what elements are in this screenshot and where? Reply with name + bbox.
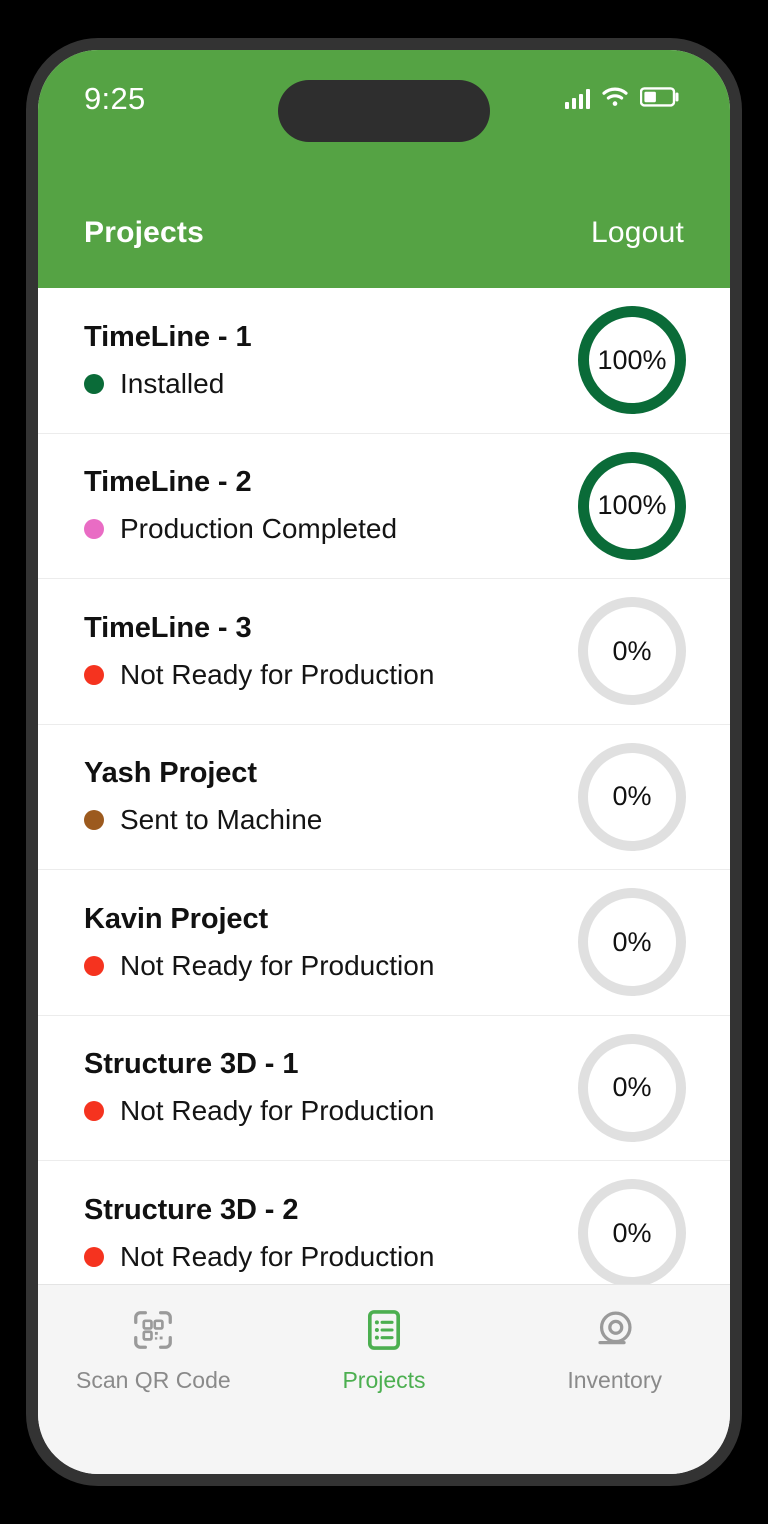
tab-label: Projects (342, 1367, 426, 1393)
project-status: Installed (84, 368, 251, 400)
progress-percent-label: 100% (597, 490, 667, 521)
status-bar-icons (565, 86, 680, 112)
progress-ring: 0% (578, 742, 686, 851)
dynamic-island (278, 80, 490, 142)
project-status: Sent to Machine (84, 804, 322, 836)
project-name: Yash Project (84, 757, 257, 790)
navigation-bar: Projects Logout (38, 192, 730, 288)
status-dot-icon (84, 519, 104, 540)
progress-percent-label: 0% (612, 1217, 652, 1248)
status-label: Installed (120, 367, 225, 399)
project-row[interactable]: Yash Project Sent to Machine 0% (38, 724, 730, 870)
status-label: Not Ready for Production (120, 1095, 435, 1127)
project-status: Not Ready for Production (84, 1095, 434, 1127)
progress-ring: 100% (578, 451, 686, 560)
status-label: Not Ready for Production (120, 949, 435, 981)
bottom-tab-bar: Scan QR Code Projects Inventory (38, 1284, 730, 1474)
progress-ring: 0% (578, 1179, 686, 1284)
tab-label: Scan QR Code (75, 1367, 231, 1393)
project-status: Not Ready for Production (84, 950, 434, 982)
status-dot-icon (84, 1101, 104, 1122)
project-name: Kavin Project (84, 902, 269, 935)
progress-ring: 0% (578, 597, 686, 706)
status-dot-icon (84, 373, 104, 394)
project-row[interactable]: TimeLine - 3 Not Ready for Production 0% (38, 579, 730, 725)
cellular-signal-icon (565, 89, 590, 109)
project-name: Structure 3D - 1 (84, 1048, 299, 1081)
status-bar-time: 9:25 (84, 81, 146, 116)
phone-screen: 9:25 Projects Logout TimeLine - 1 Instal… (38, 50, 730, 1474)
logout-button[interactable]: Logout (591, 216, 684, 250)
page-title: Projects (84, 216, 204, 249)
progress-percent-label: 100% (597, 344, 667, 375)
project-row[interactable]: Structure 3D - 1 Not Ready for Production… (38, 1015, 730, 1161)
project-info: Structure 3D - 2 Not Ready for Production (84, 1194, 434, 1273)
project-info: Kavin Project Not Ready for Production (84, 903, 434, 982)
progress-percent-label: 0% (612, 1072, 652, 1103)
project-info: TimeLine - 2 Production Completed (84, 466, 397, 545)
qr-code-scan-icon[interactable] (130, 1307, 176, 1353)
project-name: TimeLine - 1 (84, 320, 252, 353)
project-name: TimeLine - 2 (84, 466, 252, 499)
tape-roll-icon[interactable] (592, 1307, 638, 1353)
project-row[interactable]: TimeLine - 2 Production Completed 100% (38, 433, 730, 579)
project-name: Structure 3D - 2 (84, 1193, 299, 1226)
project-status: Not Ready for Production (84, 659, 434, 691)
status-dot-icon (84, 810, 104, 831)
app-header: 9:25 Projects Logout (38, 50, 730, 288)
project-status: Production Completed (84, 513, 397, 545)
tab-label: Inventory (567, 1367, 662, 1393)
project-info: TimeLine - 3 Not Ready for Production (84, 612, 434, 691)
status-label: Not Ready for Production (120, 658, 435, 690)
progress-ring: 100% (578, 306, 686, 415)
tab-item-scan-qr-code[interactable]: Scan QR Code (38, 1307, 269, 1394)
progress-ring: 0% (578, 1033, 686, 1142)
status-label: Sent to Machine (120, 804, 323, 836)
project-row[interactable]: Kavin Project Not Ready for Production 0% (38, 870, 730, 1016)
status-label: Production Completed (120, 513, 398, 545)
project-row[interactable]: Structure 3D - 2 Not Ready for Production… (38, 1161, 730, 1284)
phone-frame: 9:25 Projects Logout TimeLine - 1 Instal… (26, 38, 742, 1486)
status-label: Not Ready for Production (120, 1240, 435, 1272)
wifi-icon (602, 87, 628, 112)
list-document-icon[interactable] (361, 1307, 407, 1353)
progress-ring: 0% (578, 888, 686, 997)
tab-item-projects[interactable]: Projects (269, 1307, 500, 1394)
project-status: Not Ready for Production (84, 1241, 434, 1273)
project-row[interactable]: TimeLine - 1 Installed 100% (38, 288, 730, 434)
project-list[interactable]: TimeLine - 1 Installed 100% TimeLine - 2 Pro… (38, 288, 730, 1284)
progress-percent-label: 0% (612, 926, 652, 957)
tab-item-inventory[interactable]: Inventory (499, 1307, 730, 1394)
status-dot-icon (84, 1246, 104, 1267)
progress-percent-label: 0% (612, 635, 652, 666)
project-info: Structure 3D - 1 Not Ready for Production (84, 1048, 434, 1127)
progress-percent-label: 0% (612, 781, 652, 812)
project-name: TimeLine - 3 (84, 611, 252, 644)
project-info: Yash Project Sent to Machine (84, 757, 322, 836)
project-info: TimeLine - 1 Installed (84, 320, 252, 400)
status-dot-icon (84, 664, 104, 685)
status-dot-icon (84, 955, 104, 976)
battery-icon (639, 86, 680, 112)
